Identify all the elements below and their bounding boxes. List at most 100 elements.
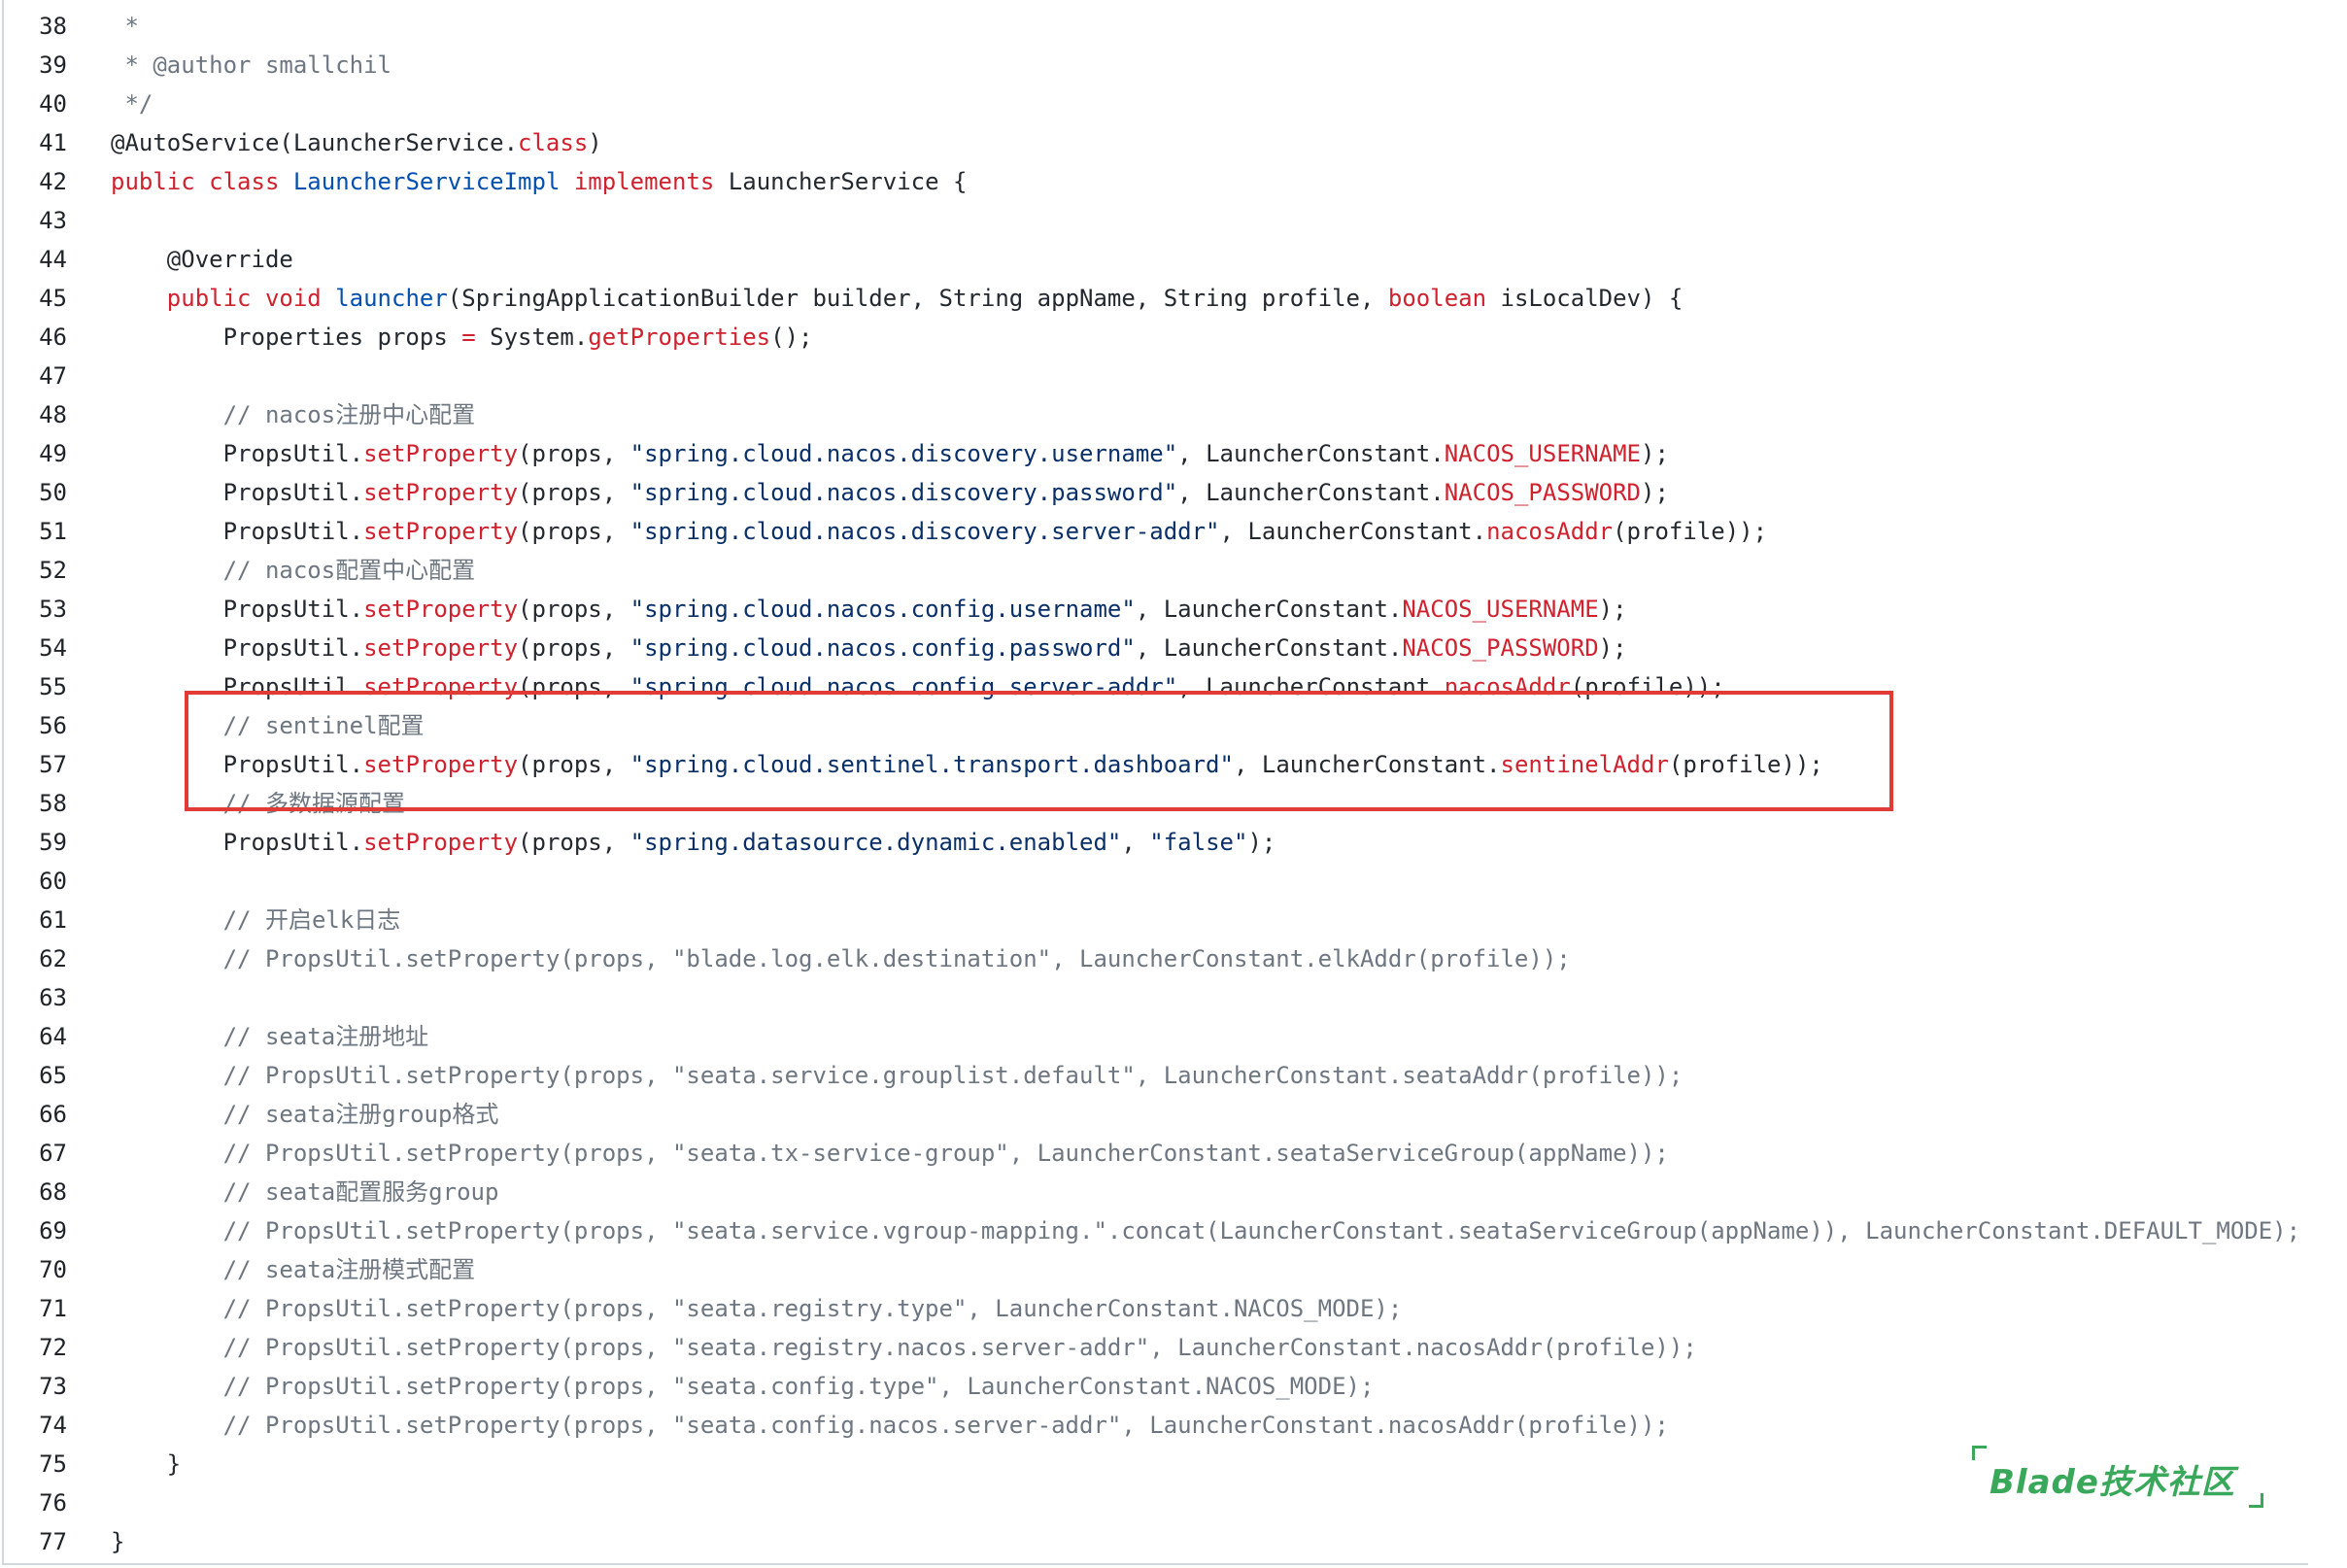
line-number: 74 [39,1412,67,1439]
line-source: // seata注册模式配置 [111,1256,476,1283]
code-line: 63 [0,978,2347,1017]
line-number: 64 [39,1023,67,1050]
line-number: 60 [39,868,67,895]
line-source: // seata注册地址 [111,1023,429,1050]
code-line: 47 [0,357,2347,395]
line-number: 71 [39,1295,67,1322]
code-line: 61 // 开启elk日志 [0,901,2347,939]
code-line: 43 [0,201,2347,240]
line-number: 68 [39,1178,67,1206]
code-line: 60 [0,862,2347,901]
code-line: 74 // PropsUtil.setProperty(props, "seat… [0,1406,2347,1445]
line-number: 57 [39,751,67,778]
line-source: } [111,1528,125,1555]
code-line: 73 // PropsUtil.setProperty(props, "seat… [0,1367,2347,1406]
line-source: PropsUtil.setProperty(props, "spring.clo… [111,596,1627,623]
line-source: // PropsUtil.setProperty(props, "seata.s… [111,1062,1684,1089]
line-source: PropsUtil.setProperty(props, "spring.clo… [111,518,1768,545]
watermark-text: Blade技术社区 [1990,1463,2235,1502]
code-line: 72 // PropsUtil.setProperty(props, "seat… [0,1328,2347,1367]
line-number: 77 [39,1528,67,1555]
line-number: 62 [39,945,67,972]
line-number: 69 [39,1217,67,1244]
code-line: 54 PropsUtil.setProperty(props, "spring.… [0,629,2347,667]
line-number: 39 [39,51,67,79]
line-number: 46 [39,324,67,351]
line-source: PropsUtil.setProperty(props, "spring.dat… [111,829,1276,856]
line-number: 48 [39,401,67,428]
line-number: 73 [39,1373,67,1400]
code-line: 64 // seata注册地址 [0,1017,2347,1056]
code-line: 65 // PropsUtil.setProperty(props, "seat… [0,1056,2347,1095]
line-number: 55 [39,673,67,700]
code-line: 62 // PropsUtil.setProperty(props, "blad… [0,939,2347,978]
line-number: 63 [39,984,67,1011]
code-line: 67 // PropsUtil.setProperty(props, "seat… [0,1134,2347,1173]
line-source: @Override [166,246,293,273]
code-line: 45 public void launcher(SpringApplicatio… [0,279,2347,318]
code-line: 71 // PropsUtil.setProperty(props, "seat… [0,1289,2347,1328]
line-number: 56 [39,712,67,739]
line-source: public class LauncherServiceImpl impleme… [111,168,968,195]
line-source: // PropsUtil.setProperty(props, "seata.t… [111,1140,1669,1167]
line-number: 43 [39,207,67,234]
code-viewer: 38 * 39 * @author smallchil 40 */ 41 @AutoSe… [0,0,2347,1568]
code-line: 42 public class LauncherServiceImpl imple… [0,162,2347,201]
line-source: Properties props = System.getProperties(… [111,324,813,351]
code-line: 51 PropsUtil.setProperty(props, "spring.… [0,512,2347,551]
code-line: 40 */ [0,85,2347,123]
code-line: 77} [0,1522,2347,1561]
line-source: public void launcher(SpringApplicationBu… [166,285,1684,312]
line-number: 47 [39,362,67,390]
line-source: // PropsUtil.setProperty(props, "blade.l… [111,945,1571,972]
highlight-annotation-box [185,691,1893,811]
line-source: PropsUtil.setProperty(props, "spring.clo… [111,440,1669,467]
code-line: 66 // seata注册group格式 [0,1095,2347,1134]
code-line: 70 // seata注册模式配置 [0,1250,2347,1289]
line-number: 41 [39,129,67,156]
line-number: 70 [39,1256,67,1283]
watermark-corner-top-left [1972,1446,1987,1460]
code-line: 68 // seata配置服务group [0,1173,2347,1211]
line-number: 66 [39,1101,67,1128]
line-number: 76 [39,1489,67,1517]
line-number: 61 [39,906,67,934]
line-number: 65 [39,1062,67,1089]
line-source: PropsUtil.setProperty(props, "spring.clo… [111,634,1627,662]
line-source: */ [111,90,153,118]
viewer-bottom-border [2,1563,2308,1565]
code-line: 52 // nacos配置中心配置 [0,551,2347,590]
line-number: 40 [39,90,67,118]
line-source: // nacos注册中心配置 [111,401,476,428]
line-number: 50 [39,479,67,506]
code-line: 59 PropsUtil.setProperty(props, "spring.… [0,823,2347,862]
line-number: 58 [39,790,67,817]
line-source: } [111,1450,182,1478]
line-number: 45 [39,285,67,312]
line-number: 44 [39,246,67,273]
line-source: PropsUtil.setProperty(props, "spring.clo… [111,479,1669,506]
line-source: * @author smallchil [111,51,391,79]
line-number: 67 [39,1140,67,1167]
line-source: // PropsUtil.setProperty(props, "seata.r… [111,1334,1697,1361]
line-number: 75 [39,1450,67,1478]
line-number: 59 [39,829,67,856]
line-number: 49 [39,440,67,467]
code-line: 41 @AutoService(LauncherService.class) [0,123,2347,162]
code-line: 53 PropsUtil.setProperty(props, "spring.… [0,590,2347,629]
line-number: 54 [39,634,67,662]
line-source: // PropsUtil.setProperty(props, "seata.r… [111,1295,1403,1322]
line-source: // 开启elk日志 [111,906,401,934]
line-source: * [111,13,139,40]
line-source: // PropsUtil.setProperty(props, "seata.s… [111,1217,2301,1244]
line-number: 38 [39,13,67,40]
line-number: 72 [39,1334,67,1361]
code-line: 46 Properties props = System.getProperti… [0,318,2347,357]
line-source: @AutoService(LauncherService.class) [111,129,602,156]
watermark-logo: Blade技术社区 [1972,1446,2263,1508]
code-line: 48 // nacos注册中心配置 [0,395,2347,434]
line-source: // PropsUtil.setProperty(props, "seata.c… [111,1412,1669,1439]
line-number: 42 [39,168,67,195]
watermark-corner-bottom-right [2249,1493,2263,1508]
code-line: 69 // PropsUtil.setProperty(props, "seat… [0,1211,2347,1250]
